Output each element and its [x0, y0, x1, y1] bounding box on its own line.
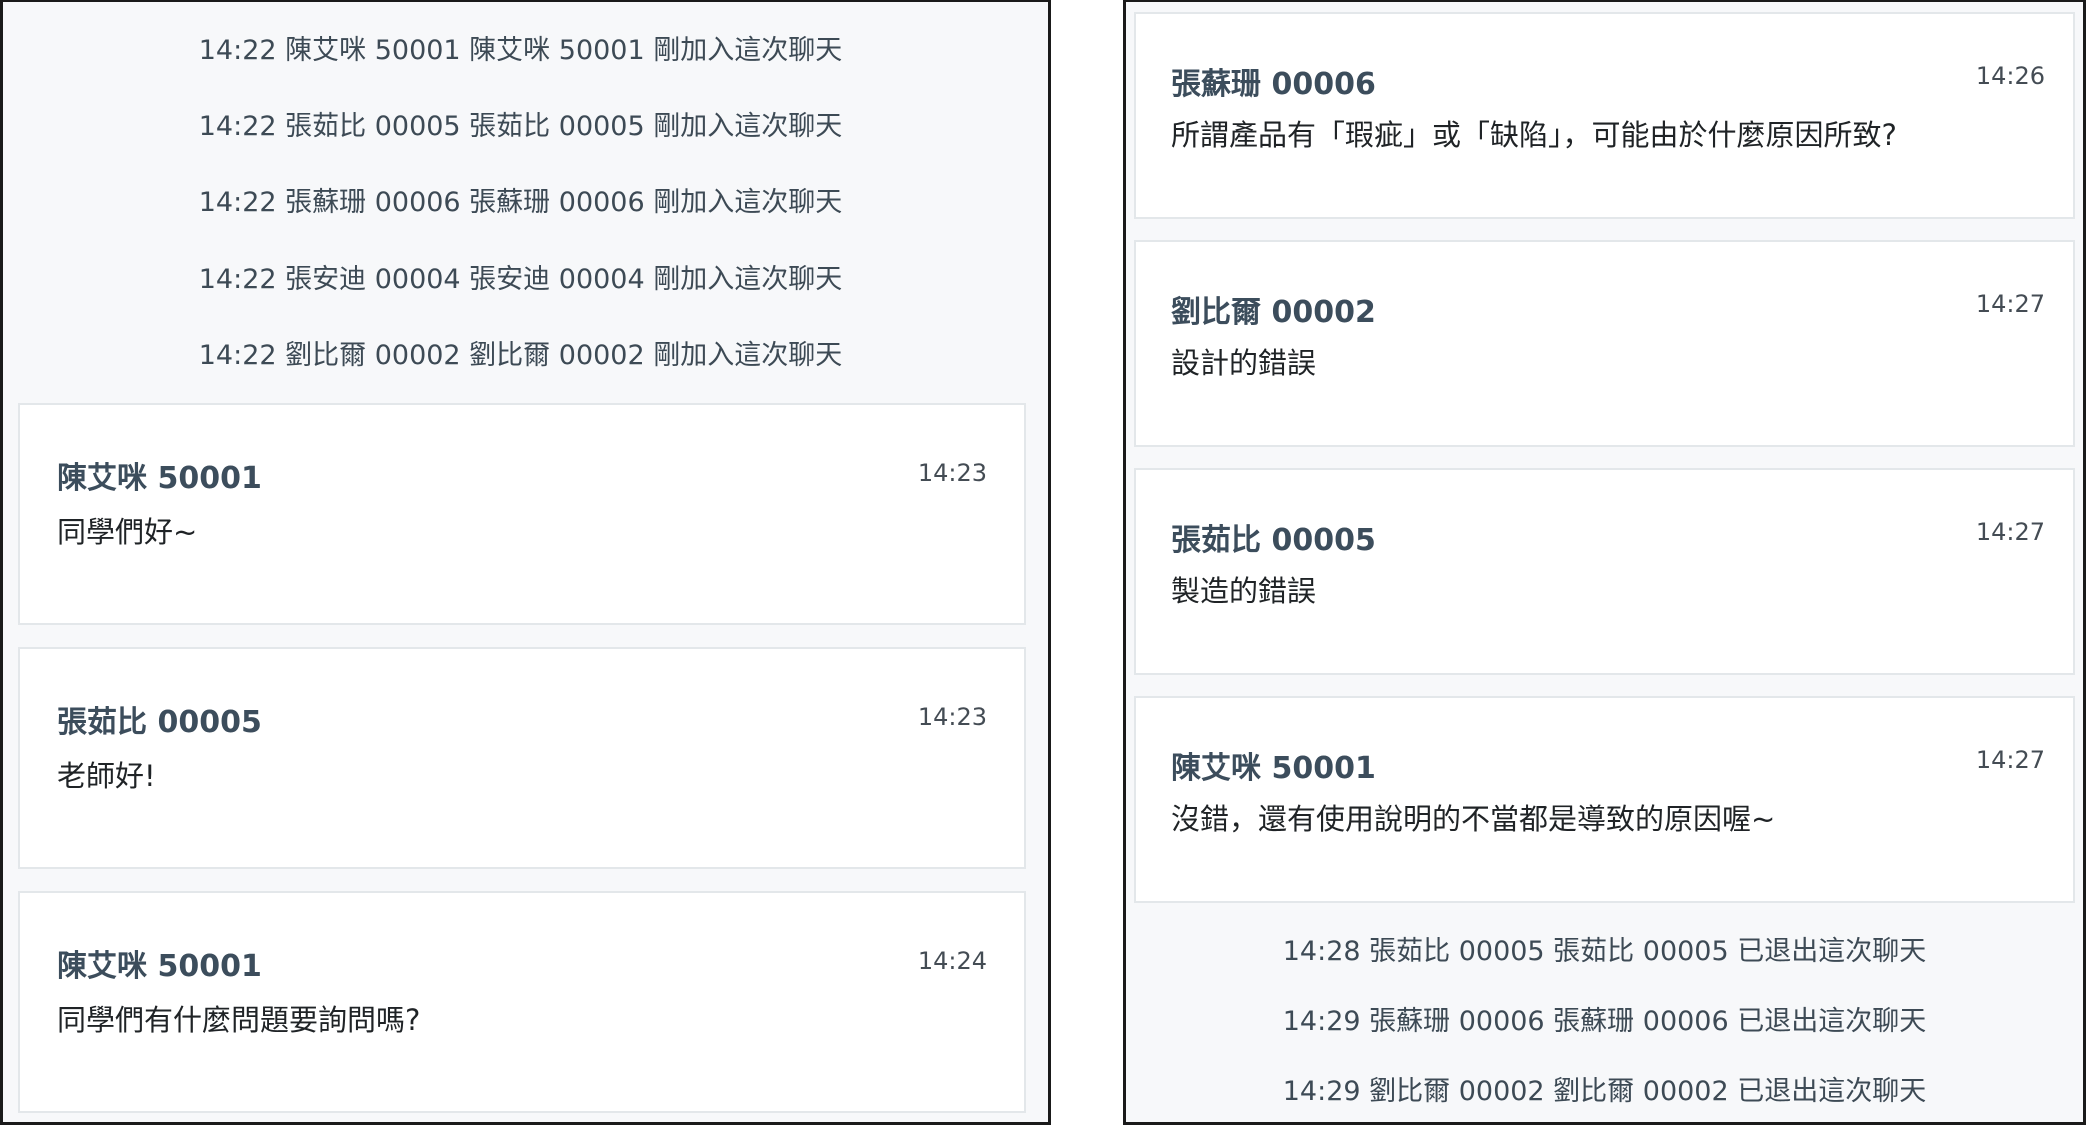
chat-message: 陳艾咪 50001 14:23 同學們好~ [18, 403, 1026, 625]
chat-message: 張蘇珊 00006 14:26 所謂產品有「瑕疵」或「缺陷」，可能由於什麼原因所… [1134, 12, 2075, 219]
message-text: 同學們有什麼問題要詢問嗎? [57, 1003, 421, 1037]
message-sender: 張茹比 00005 [57, 705, 262, 740]
message-time: 14:27 [1975, 518, 2045, 546]
chat-log-right-panel: 張蘇珊 00006 14:26 所謂產品有「瑕疵」或「缺陷」，可能由於什麼原因所… [1123, 0, 2086, 1125]
chat-message: 陳艾咪 50001 14:27 沒錯，還有使用說明的不當都是導致的原因喔~ [1134, 696, 2075, 903]
system-leave-notice: 14:29 劉比爾 00002 劉比爾 00002 已退出這次聊天 [1282, 1076, 1927, 1107]
system-leave-notice: 14:28 張茹比 00005 張茹比 00005 已退出這次聊天 [1282, 936, 1927, 967]
message-sender: 陳艾咪 50001 [1171, 751, 1376, 786]
system-join-notice: 14:22 陳艾咪 50001 陳艾咪 50001 剛加入這次聊天 [198, 35, 843, 66]
message-time: 14:23 [917, 459, 987, 487]
message-sender: 劉比爾 00002 [1171, 295, 1376, 330]
chat-message: 張茹比 00005 14:23 老師好! [18, 647, 1026, 869]
system-join-notice: 14:22 劉比爾 00002 劉比爾 00002 剛加入這次聊天 [198, 340, 843, 371]
message-time: 14:24 [917, 947, 987, 975]
message-text: 設計的錯誤 [1171, 346, 1317, 380]
system-join-notice: 14:22 張安迪 00004 張安迪 00004 剛加入這次聊天 [198, 264, 843, 295]
message-text: 同學們好~ [57, 515, 198, 549]
message-time: 14:26 [1975, 62, 2045, 90]
chat-message: 劉比爾 00002 14:27 設計的錯誤 [1134, 240, 2075, 447]
message-sender: 張茹比 00005 [1171, 523, 1376, 558]
message-text: 所謂產品有「瑕疵」或「缺陷」，可能由於什麼原因所致? [1171, 118, 1897, 152]
message-sender: 張蘇珊 00006 [1171, 67, 1376, 102]
system-leave-notice: 14:29 張蘇珊 00006 張蘇珊 00006 已退出這次聊天 [1282, 1006, 1927, 1037]
message-text: 沒錯，還有使用說明的不當都是導致的原因喔~ [1171, 802, 1776, 836]
chat-message: 張茹比 00005 14:27 製造的錯誤 [1134, 468, 2075, 675]
message-time: 14:23 [917, 703, 987, 731]
message-time: 14:27 [1975, 290, 2045, 318]
system-join-notice: 14:22 張茹比 00005 張茹比 00005 剛加入這次聊天 [198, 111, 843, 142]
message-sender: 陳艾咪 50001 [57, 949, 262, 984]
system-join-notice: 14:22 張蘇珊 00006 張蘇珊 00006 剛加入這次聊天 [198, 187, 843, 218]
message-time: 14:27 [1975, 746, 2045, 774]
message-sender: 陳艾咪 50001 [57, 461, 262, 496]
message-text: 老師好! [57, 759, 156, 793]
chat-log-left-panel: 14:22 陳艾咪 50001 陳艾咪 50001 剛加入這次聊天 14:22 … [0, 0, 1051, 1125]
message-text: 製造的錯誤 [1171, 574, 1317, 608]
chat-message: 陳艾咪 50001 14:24 同學們有什麼問題要詢問嗎? [18, 891, 1026, 1113]
